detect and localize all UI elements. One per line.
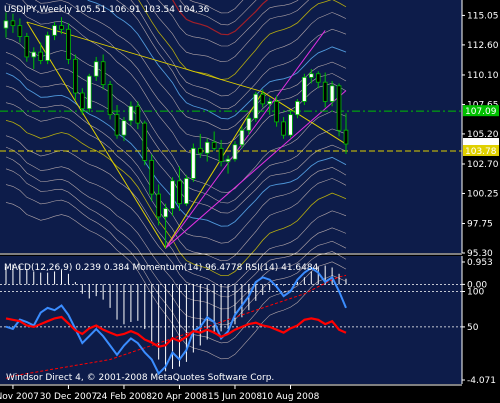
price-label-text: 107.09 <box>465 107 497 117</box>
indicator-tick-label: 100 <box>467 288 484 298</box>
candle-body <box>232 144 238 160</box>
candle-body <box>52 25 57 36</box>
candle-body <box>211 141 217 149</box>
x-tick-label: 20 Apr 2008 <box>152 392 208 402</box>
candle-body <box>93 61 99 77</box>
candle-body <box>10 20 16 27</box>
candle-body <box>24 36 30 58</box>
candle-body <box>114 114 120 136</box>
candle-body <box>45 34 50 61</box>
candle-body <box>308 73 314 78</box>
candle-body <box>288 114 293 136</box>
candle-body <box>322 81 328 102</box>
indicator-tick-label: 50 <box>467 323 479 333</box>
candle-body <box>80 92 85 110</box>
candle-body <box>59 25 64 30</box>
indicator-tick-label: -4.071 <box>467 376 496 386</box>
candle-body <box>31 51 37 58</box>
y-tick-label: 112.60 <box>467 41 499 51</box>
indicator-tick-label: 0.953 <box>467 258 493 268</box>
copyright-footer: Windsor Direct 4, © 2001-2008 MetaQuotes… <box>6 373 274 383</box>
candle-body <box>135 105 141 124</box>
candle-body <box>121 120 127 136</box>
candle-body <box>66 28 71 60</box>
y-tick-label: 100.25 <box>467 189 499 199</box>
candle-body <box>107 84 113 116</box>
candle-body <box>225 158 231 162</box>
candle-body <box>38 51 44 61</box>
candle-body <box>239 129 245 146</box>
candle-body <box>302 76 307 102</box>
candle-body <box>204 141 210 154</box>
y-tick-label: 102.70 <box>467 160 499 170</box>
chart-window: 115.05112.60110.10107.65105.20102.70100.… <box>0 0 500 403</box>
candle-body <box>218 147 224 162</box>
candle-body <box>100 61 106 85</box>
candle-body <box>315 73 321 83</box>
candle-body <box>329 85 335 102</box>
candle-body <box>197 147 203 154</box>
candle-body <box>260 93 266 105</box>
x-tick-label: 10 Aug 2008 <box>262 392 320 402</box>
candle-body <box>253 93 259 119</box>
main-chart-header: USDJPY,Weekly 105.51 106.91 103.54 104.3… <box>4 5 210 15</box>
y-tick-label: 97.75 <box>467 220 493 230</box>
y-tick-label: 115.05 <box>467 11 499 21</box>
candle-body <box>267 101 272 105</box>
candle-body <box>295 101 300 116</box>
x-tick-label: 24 Feb 2008 <box>96 392 152 402</box>
indicator-plot-area <box>0 256 462 384</box>
x-tick-label: 4 Nov 2007 <box>0 392 39 402</box>
candle-body <box>281 121 286 136</box>
candle-body <box>177 180 182 205</box>
price-label-text: 103.78 <box>465 147 497 157</box>
x-tick-label: 30 Dec 2007 <box>40 392 98 402</box>
x-tick-label: 15 Jun 2008 <box>208 392 262 402</box>
candle-body <box>73 58 78 94</box>
candle-body <box>336 85 342 131</box>
candle-body <box>274 101 279 123</box>
y-tick-label: 110.10 <box>467 71 499 81</box>
candle-body <box>163 208 168 218</box>
candle-body <box>3 20 9 29</box>
candle-body <box>149 159 155 195</box>
candle-body <box>86 75 92 110</box>
candle-body <box>142 122 148 161</box>
candle-body <box>246 117 252 131</box>
candle-body <box>343 129 349 145</box>
candle-body <box>128 105 134 122</box>
candle-body <box>184 178 189 205</box>
candle-body <box>156 193 161 218</box>
candle-body <box>170 180 175 209</box>
candle-body <box>191 147 196 179</box>
candle-body <box>17 25 23 37</box>
indicator-header: MACD(12,26,9) 0.239 0.384 Momentum(14) 9… <box>4 263 319 273</box>
chart-svg: 115.05112.60110.10107.65105.20102.70100.… <box>0 0 500 403</box>
